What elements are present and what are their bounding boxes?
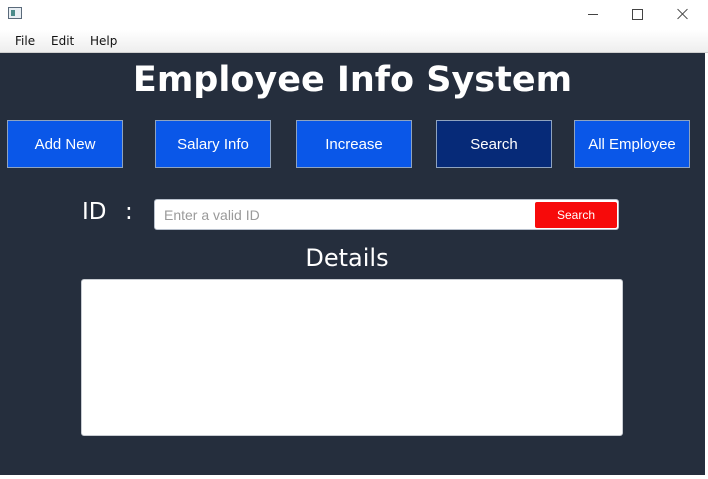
menu-file[interactable]: File — [15, 34, 35, 48]
minimize-button[interactable] — [570, 0, 616, 28]
app-icon — [8, 7, 22, 19]
search-nav-button[interactable]: Search — [436, 120, 552, 168]
close-icon — [677, 8, 689, 20]
menu-help[interactable]: Help — [90, 34, 117, 48]
menu-bar: File Edit Help — [0, 30, 708, 53]
search-button[interactable]: Search — [535, 202, 617, 228]
add-new-button[interactable]: Add New — [7, 120, 123, 168]
all-employee-button[interactable]: All Employee — [574, 120, 690, 168]
maximize-button[interactable] — [614, 0, 660, 28]
minimize-icon — [588, 13, 598, 15]
details-label: Details — [305, 244, 389, 272]
menu-edit[interactable]: Edit — [51, 34, 74, 48]
id-separator: : — [125, 199, 133, 225]
increase-button[interactable]: Increase — [296, 120, 412, 168]
title-bar — [0, 0, 708, 30]
close-button[interactable] — [660, 0, 706, 28]
window-border-bottom — [0, 475, 708, 479]
id-label: ID — [82, 199, 107, 225]
salary-info-button[interactable]: Salary Info — [155, 120, 271, 168]
app-window: File Edit Help Employee Info System Add … — [0, 0, 708, 479]
maximize-icon — [631, 8, 643, 20]
main-panel: Employee Info System Add New Salary Info… — [0, 53, 705, 475]
details-textarea[interactable] — [81, 279, 623, 436]
page-title: Employee Info System — [132, 60, 573, 100]
